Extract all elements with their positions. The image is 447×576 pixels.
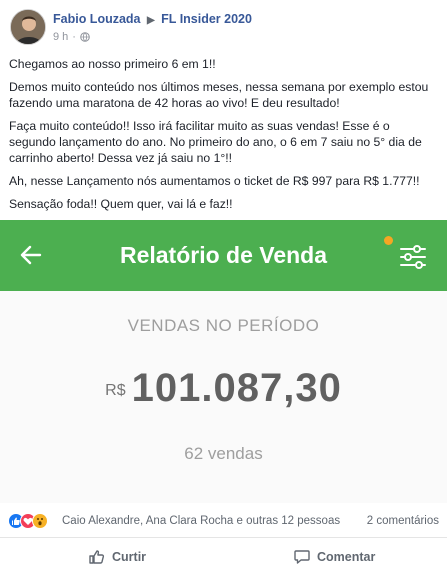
comment-button[interactable]: Comentar xyxy=(293,548,375,566)
reactions-bar: Caio Alexandre, Ana Clara Rocha e outras… xyxy=(0,505,447,538)
post-header: Fabio Louzada ▶ FL Insider 2020 9 h · xyxy=(0,0,447,52)
reaction-names[interactable]: Caio Alexandre, Ana Clara Rocha e outras… xyxy=(62,515,340,527)
amount-value: 101.087,30 xyxy=(131,366,342,410)
thumbs-up-icon xyxy=(89,550,105,564)
notification-dot xyxy=(384,236,393,245)
post-time[interactable]: 9 h xyxy=(53,31,68,43)
caret-right-icon: ▶ xyxy=(146,15,155,26)
globe-icon xyxy=(80,32,90,42)
post-paragraph: Sensação foda!! Quem quer, vai lá e faz!… xyxy=(9,197,233,211)
currency-symbol: R$ xyxy=(105,382,126,399)
sales-report-image[interactable]: Relatório de Venda VENDAS NO PERÍODO R$ 1… xyxy=(0,220,447,503)
like-label: Curtir xyxy=(112,550,147,564)
post-paragraph: Chegamos ao nosso primeiro 6 em 1!! xyxy=(9,57,216,71)
group-name[interactable]: FL Insider 2020 xyxy=(161,12,252,26)
comment-bubble-icon xyxy=(294,550,310,564)
post-actions: Curtir Comentar xyxy=(0,538,447,576)
comment-label: Comentar xyxy=(317,550,376,564)
author-avatar[interactable] xyxy=(10,9,46,45)
wow-reaction-icon xyxy=(32,513,48,529)
like-button[interactable]: Curtir xyxy=(88,548,146,566)
app-title: Relatório de Venda xyxy=(119,242,328,268)
period-label: VENDAS NO PERÍODO xyxy=(127,316,320,335)
comment-count[interactable]: 2 comentários xyxy=(367,515,439,527)
post-paragraph: Faça muito conteúdo!! Isso irá facilitar… xyxy=(9,119,422,165)
post-text: Chegamos ao nosso primeiro 6 em 1!! Demo… xyxy=(9,56,439,219)
sales-count: 62 vendas xyxy=(184,444,263,463)
author-name[interactable]: Fabio Louzada xyxy=(53,12,141,26)
post-paragraph: Ah, nesse Lançamento nós aumentamos o ti… xyxy=(9,174,420,188)
app-bar: Relatório de Venda xyxy=(0,220,447,291)
filter-settings-icon xyxy=(400,245,426,269)
sales-amount: R$ 101.087,30 xyxy=(0,366,447,411)
post-paragraph: Demos muito conteúdo nos últimos meses, … xyxy=(9,80,429,110)
